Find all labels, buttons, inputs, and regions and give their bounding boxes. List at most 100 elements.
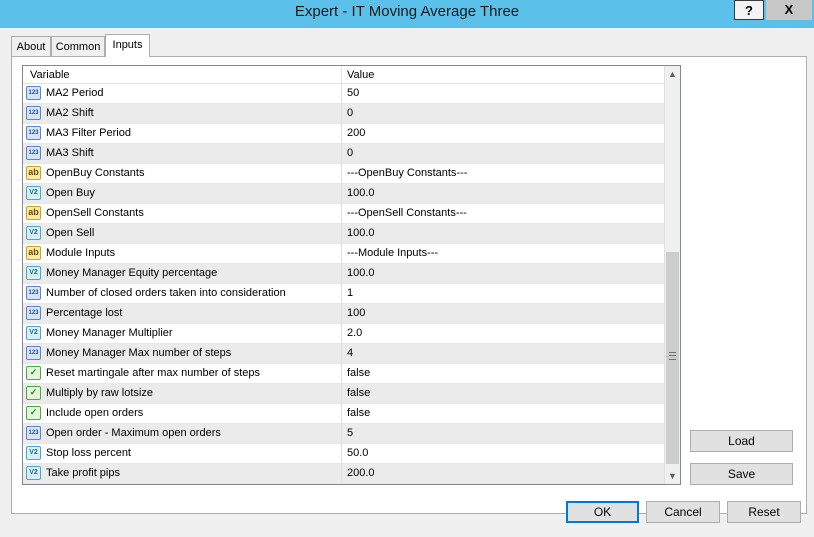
value-cell[interactable]: false [342,404,664,423]
grid-row[interactable]: ✓ Include open orders false [23,404,664,424]
integer-type-icon: 123 [26,86,41,100]
grid-row[interactable]: ✓ Multiply by raw lotsize false [23,384,664,404]
tab-inputs[interactable]: Inputs [105,34,150,57]
grid-row[interactable]: 123 Percentage lost 100 [23,304,664,324]
load-button[interactable]: Load [690,430,793,452]
column-header-value[interactable]: Value [342,66,664,84]
value-cell[interactable]: false [342,364,664,383]
variable-cell[interactable]: V2 Open Buy [23,184,342,203]
boolean-type-icon: ✓ [26,386,41,400]
value-cell[interactable]: 0 [342,144,664,163]
variable-cell[interactable]: ✓ Multiply by raw lotsize [23,384,342,403]
value-cell[interactable]: 50 [342,84,664,103]
variable-cell[interactable]: ab OpenBuy Constants [23,164,342,183]
variable-name: Reset martingale after max number of ste… [46,367,260,379]
grid-row[interactable]: 123 Open order - Maximum open orders 5 [23,424,664,444]
value-cell[interactable]: 200 [342,124,664,143]
double-type-icon: V2 [26,266,41,280]
variable-cell[interactable]: 123 Open order - Maximum open orders [23,424,342,443]
reset-button[interactable]: Reset [727,501,801,523]
grid-row[interactable]: ab OpenBuy Constants ---OpenBuy Constants-… [23,164,664,184]
variable-name: Multiply by raw lotsize [46,387,153,399]
value-cell[interactable]: 200.0 [342,464,664,483]
value-cell[interactable]: 4 [342,344,664,363]
variable-cell[interactable]: 123 MA3 Filter Period [23,124,342,143]
variable-cell[interactable]: ✓ Include open orders [23,404,342,423]
scroll-up-icon[interactable]: ▲ [665,66,680,82]
value-cell[interactable]: 100.0 [342,224,664,243]
scrollbar-thumb[interactable] [666,252,679,464]
variable-name: Money Manager Multiplier [46,327,173,339]
close-button[interactable]: X [766,0,812,20]
variable-name: MA3 Filter Period [46,127,131,139]
value-cell[interactable]: 0 [342,104,664,123]
variable-cell[interactable]: 123 Percentage lost [23,304,342,323]
variable-cell[interactable]: V2 Money Manager Multiplier [23,324,342,343]
value-cell[interactable]: 50.0 [342,444,664,463]
grid-row[interactable]: V2 Money Manager Equity percentage 100.0 [23,264,664,284]
variable-cell[interactable]: 123 MA2 Period [23,84,342,103]
variable-cell[interactable]: V2 Open Sell [23,224,342,243]
inputs-grid[interactable]: Variable Value 123 MA2 Period 50 123 MA2 Shi… [22,65,681,485]
variable-name: Money Manager Max number of steps [46,347,232,359]
value-cell[interactable]: ---OpenSell Constants--- [342,204,664,223]
variable-name: MA2 Period [46,87,104,99]
variable-cell[interactable]: 123 MA2 Shift [23,104,342,123]
value-cell[interactable]: ---OpenBuy Constants--- [342,164,664,183]
integer-type-icon: 123 [26,306,41,320]
variable-cell[interactable]: 123 MA3 Shift [23,144,342,163]
value-cell[interactable]: 1 [342,284,664,303]
variable-cell[interactable]: V2 Money Manager Equity percentage [23,264,342,283]
value-cell[interactable]: 100.0 [342,184,664,203]
tab-common[interactable]: Common [51,36,105,56]
grid-row[interactable]: 123 MA3 Shift 0 [23,144,664,164]
window-title: Expert - IT Moving Average Three [294,3,520,20]
column-header-variable[interactable]: Variable [23,66,342,84]
grip-icon [669,352,676,360]
grid-row[interactable]: 123 MA2 Period 50 [23,84,664,104]
integer-type-icon: 123 [26,426,41,440]
variable-cell[interactable]: ab OpenSell Constants [23,204,342,223]
cancel-button[interactable]: Cancel [646,501,720,523]
string-type-icon: ab [26,206,41,220]
boolean-type-icon: ✓ [26,366,41,380]
grid-row[interactable]: 123 Money Manager Max number of steps 4 [23,344,664,364]
value-cell[interactable]: ---Module Inputs--- [342,244,664,263]
variable-cell[interactable]: ab Module Inputs [23,244,342,263]
help-button[interactable]: ? [734,0,764,20]
grid-row[interactable]: 123 MA3 Filter Period 200 [23,124,664,144]
variable-cell[interactable]: ✓ Reset martingale after max number of st… [23,364,342,383]
value-cell[interactable]: 100 [342,304,664,323]
integer-type-icon: 123 [26,106,41,120]
variable-cell[interactable]: 123 Number of closed orders taken into co… [23,284,342,303]
grid-row[interactable]: V2 Take profit pips 200.0 [23,464,664,484]
title-bar: Expert - IT Moving Average Three ? X [0,0,814,28]
grid-row[interactable]: V2 Stop loss percent 50.0 [23,444,664,464]
variable-cell[interactable]: V2 Stop loss percent [23,444,342,463]
value-cell[interactable]: 5 [342,424,664,443]
value-cell[interactable]: 100.0 [342,264,664,283]
grid-row[interactable]: ✓ Reset martingale after max number of st… [23,364,664,384]
double-type-icon: V2 [26,186,41,200]
double-type-icon: V2 [26,466,41,480]
grid-row[interactable]: ab Module Inputs ---Module Inputs--- [23,244,664,264]
boolean-type-icon: ✓ [26,406,41,420]
value-cell[interactable]: false [342,384,664,403]
save-button[interactable]: Save [690,463,793,485]
grid-row[interactable]: V2 Open Sell 100.0 [23,224,664,244]
tab-about[interactable]: About [11,36,51,56]
vertical-scrollbar[interactable]: ▲ ▼ [664,66,680,484]
variable-name: Include open orders [46,407,144,419]
variable-cell[interactable]: V2 Take profit pips [23,464,342,483]
value-cell[interactable]: 2.0 [342,324,664,343]
variable-name: OpenSell Constants [46,207,144,219]
integer-type-icon: 123 [26,346,41,360]
grid-row[interactable]: V2 Money Manager Multiplier 2.0 [23,324,664,344]
grid-row[interactable]: V2 Open Buy 100.0 [23,184,664,204]
grid-row[interactable]: 123 Number of closed orders taken into co… [23,284,664,304]
scroll-down-icon[interactable]: ▼ [665,468,680,484]
grid-row[interactable]: 123 MA2 Shift 0 [23,104,664,124]
ok-button[interactable]: OK [566,501,639,523]
grid-row[interactable]: ab OpenSell Constants ---OpenSell Constant… [23,204,664,224]
variable-cell[interactable]: 123 Money Manager Max number of steps [23,344,342,363]
